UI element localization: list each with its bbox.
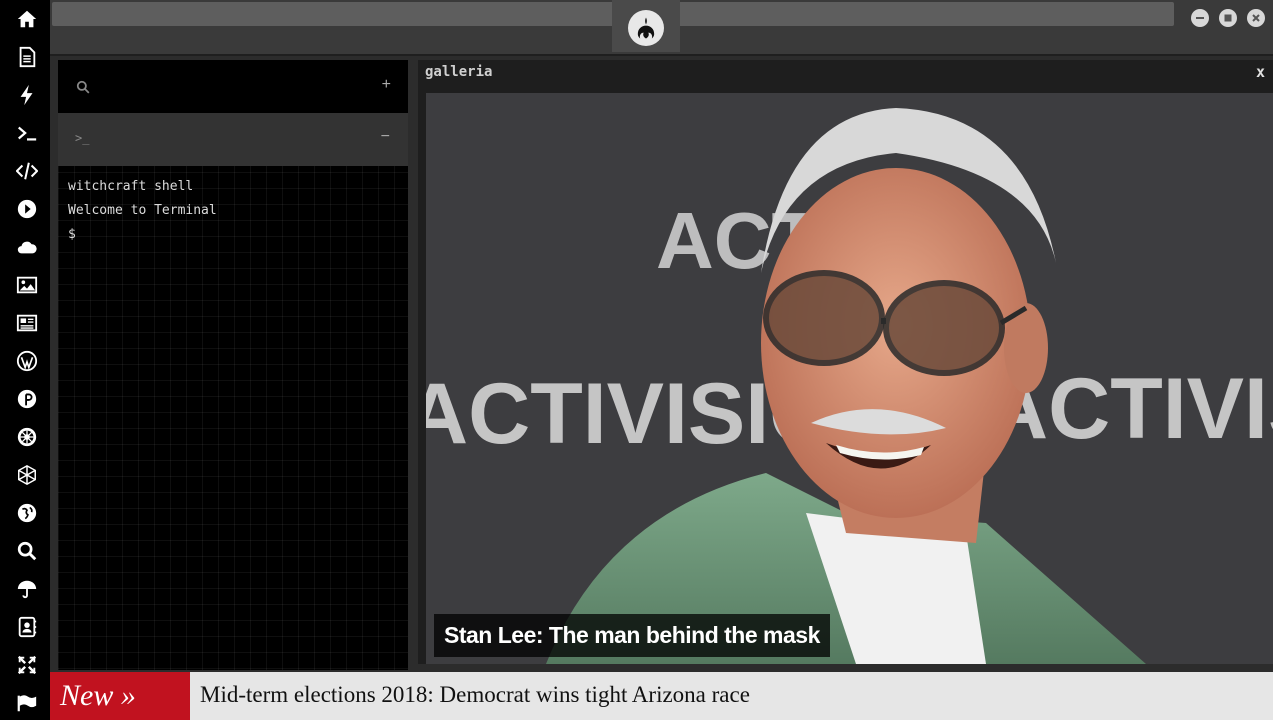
terminal-line: witchcraft shell [68,179,194,194]
sidebar [0,0,50,720]
terminal-line: Welcome to Terminal [68,203,217,218]
bolt-icon[interactable] [15,83,39,107]
expand-icon[interactable] [15,653,39,677]
document-icon[interactable] [15,45,39,69]
galactic-empire-icon[interactable] [15,425,39,449]
add-tab-button[interactable]: + [382,76,391,94]
flag-icon[interactable] [15,691,39,715]
terminal-prompt[interactable]: $ [68,227,76,242]
maximize-icon[interactable] [1219,9,1237,27]
news-ticker: New » Mid-term elections 2018: Democrat … [50,672,1273,720]
terminal-panel: + >_ − witchcraft shell Welcome to Termi… [58,60,408,670]
search-icon[interactable] [76,80,90,99]
pinterest-icon[interactable] [15,387,39,411]
gallery-title: galleria [425,64,493,80]
top-bar [50,0,1273,56]
terminal-tab-prompt: >_ [75,131,90,145]
address-book-icon[interactable] [15,615,39,639]
code-icon[interactable] [15,159,39,183]
cloud-icon[interactable] [15,235,39,259]
terminal-icon[interactable] [15,121,39,145]
play-icon[interactable] [15,197,39,221]
image-icon[interactable] [15,273,39,297]
search-icon[interactable] [15,539,39,563]
photo-caption: Stan Lee: The man behind the mask [434,614,830,657]
collapse-tab-button[interactable]: − [381,128,390,146]
terminal-tab[interactable]: >_ − [58,113,408,166]
newspaper-icon[interactable] [15,311,39,335]
umbrella-icon[interactable] [15,577,39,601]
ticker-headline[interactable]: Mid-term elections 2018: Democrat wins t… [200,682,750,708]
gallery-close-button[interactable]: x [1256,63,1265,81]
gallery-photo: ACTI ACTIVISION ACTIVISION Stan Lee: Th [426,93,1273,664]
rebel-alliance-icon [628,10,664,46]
ticker-badge: New » [50,672,190,720]
globe-icon[interactable] [15,501,39,525]
logo-tab[interactable] [612,0,680,52]
terminal-search-bar[interactable]: + [58,60,408,113]
close-icon[interactable] [1247,9,1265,27]
home-icon[interactable] [15,7,39,31]
wordpress-icon[interactable] [15,349,39,373]
gallery-window: galleria x ACTI ACTIVISION ACTIVISION [418,60,1273,664]
minimize-icon[interactable] [1191,9,1209,27]
hexagon-network-icon[interactable] [15,463,39,487]
